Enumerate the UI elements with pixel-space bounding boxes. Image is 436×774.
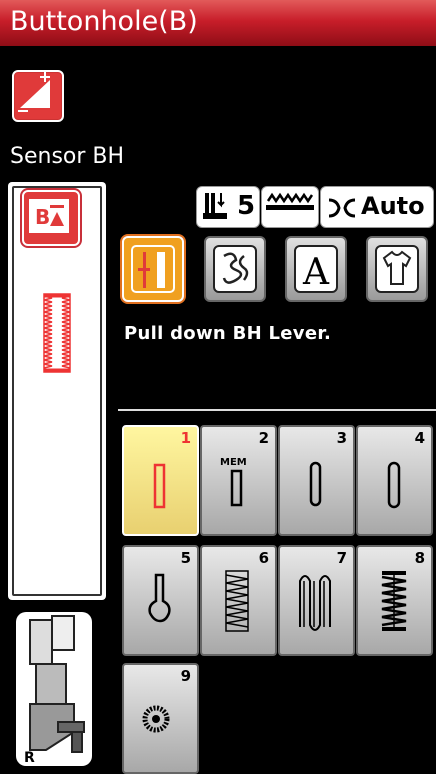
buttonhole-9[interactable]: 9 xyxy=(122,663,199,774)
buttonhole-4[interactable]: 4 xyxy=(356,425,433,536)
buttonhole-3[interactable]: 3 xyxy=(278,425,355,536)
presser-foot-status: 5 xyxy=(196,186,260,228)
page-title: Buttonhole(B) xyxy=(10,6,198,37)
tab-decorative[interactable] xyxy=(204,236,266,302)
buttonhole-8[interactable]: 8 xyxy=(356,545,433,656)
garment-icon xyxy=(375,245,419,293)
tab-garment[interactable] xyxy=(366,236,428,302)
title-bar: Buttonhole(B) xyxy=(0,0,436,46)
buttonhole-6[interactable]: 6 xyxy=(200,545,277,656)
square-buttonhole-icon xyxy=(153,463,166,509)
round-end-buttonhole-icon xyxy=(309,461,322,507)
alphabet-icon: A xyxy=(294,245,338,293)
thread-cutter-icon xyxy=(328,198,356,218)
buttonhole-5[interactable]: 5 xyxy=(122,545,199,656)
buttonhole-mode-icon: B xyxy=(29,199,69,233)
divider xyxy=(118,409,436,411)
tab-buttonhole[interactable] xyxy=(122,236,184,302)
status-message: Pull down BH Lever. xyxy=(124,323,332,344)
rounded-buttonhole-icon xyxy=(387,461,401,509)
thread-cutter-status: Auto xyxy=(320,186,434,228)
knit-buttonhole-icon xyxy=(299,575,331,631)
buttonhole-7[interactable]: 7 xyxy=(278,545,355,656)
sensor-bh-label: Sensor BH xyxy=(10,144,125,169)
buttonhole-2[interactable]: 2 MEM xyxy=(200,425,277,536)
presser-foot-graphic: R xyxy=(16,612,92,766)
buttonhole-1[interactable]: 1 xyxy=(122,425,199,536)
eyelet-icon xyxy=(142,705,170,733)
foot-label: R xyxy=(24,750,35,766)
square-buttonhole-icon xyxy=(230,469,243,507)
feed-dog-icon xyxy=(266,192,314,210)
adjust-button[interactable] xyxy=(12,70,64,122)
decorative-stitch-icon xyxy=(213,245,257,293)
buttonhole-foot-icon xyxy=(131,245,175,293)
heirloom-buttonhole-icon xyxy=(381,571,407,631)
svg-text:A: A xyxy=(302,252,330,293)
stretch-buttonhole-icon xyxy=(225,570,249,632)
buttonhole-mode-button[interactable]: B xyxy=(22,190,80,246)
presser-foot-icon xyxy=(203,193,227,219)
presser-foot-value: 5 xyxy=(237,191,256,221)
thread-cutter-value: Auto xyxy=(361,192,425,220)
keyhole-buttonhole-icon xyxy=(148,573,171,623)
feed-dog-status xyxy=(261,186,319,228)
adjust-icon xyxy=(18,72,50,112)
presser-foot-r-icon: R xyxy=(24,615,85,766)
tab-alphabet[interactable]: A xyxy=(285,236,347,302)
svg-text:B: B xyxy=(35,205,50,229)
